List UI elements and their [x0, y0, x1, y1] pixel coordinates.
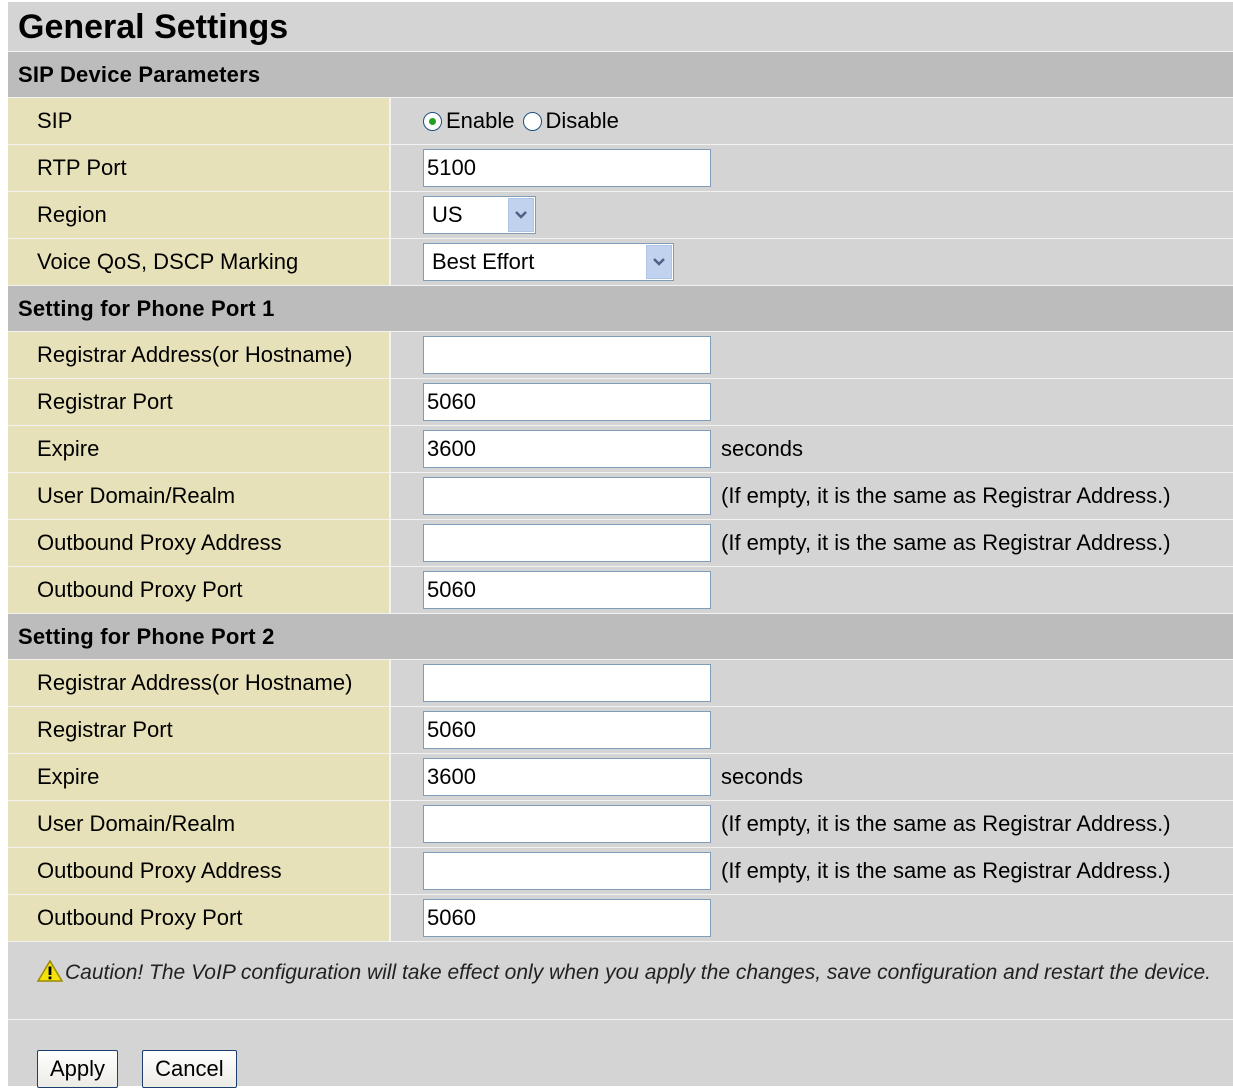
- sip-disable-label: Disable: [545, 108, 619, 133]
- radio-unchecked-icon: [522, 111, 542, 131]
- port1-outbound-proxy-port-input[interactable]: [423, 571, 711, 609]
- qos-selected-value: Best Effort: [432, 249, 535, 274]
- chevron-down-icon[interactable]: [508, 198, 534, 232]
- port2-registrar-port-row: Registrar Port: [8, 707, 1233, 754]
- port2-outbound-proxy-address-input[interactable]: [423, 852, 711, 890]
- qos-select[interactable]: Best Effort: [423, 243, 674, 281]
- general-settings-page: General Settings SIP Device Parameters S…: [8, 2, 1233, 1088]
- region-select[interactable]: US: [423, 196, 536, 234]
- port1-user-domain-label: User Domain/Realm: [8, 473, 391, 519]
- port2-expire-input[interactable]: [423, 758, 711, 796]
- port2-user-domain-input[interactable]: [423, 805, 711, 843]
- port1-outbound-proxy-port-row: Outbound Proxy Port: [8, 567, 1233, 614]
- warning-icon: [36, 959, 64, 991]
- qos-label: Voice QoS, DSCP Marking: [8, 239, 391, 285]
- port1-user-domain-input[interactable]: [423, 477, 711, 515]
- rtp-port-label: RTP Port: [8, 145, 391, 191]
- port2-user-domain-row: User Domain/Realm (If empty, it is the s…: [8, 801, 1233, 848]
- port1-registrar-port-input[interactable]: [423, 383, 711, 421]
- sip-enable-radio[interactable]: Enable: [423, 108, 515, 134]
- port1-outbound-proxy-port-label: Outbound Proxy Port: [8, 567, 391, 613]
- port1-outbound-proxy-address-input[interactable]: [423, 524, 711, 562]
- port1-registrar-port-row: Registrar Port: [8, 379, 1233, 426]
- port2-registrar-address-label: Registrar Address(or Hostname): [8, 660, 391, 706]
- port2-outbound-proxy-address-label: Outbound Proxy Address: [8, 848, 391, 894]
- caution-note: Caution! The VoIP configuration will tak…: [8, 942, 1233, 1020]
- section-header-port1: Setting for Phone Port 1: [8, 286, 1233, 332]
- page-title: General Settings: [8, 2, 1233, 52]
- port2-outbound-proxy-port-label: Outbound Proxy Port: [8, 895, 391, 941]
- sip-disable-radio[interactable]: Disable: [522, 108, 619, 134]
- port1-outbound-proxy-address-hint: (If empty, it is the same as Registrar A…: [721, 530, 1171, 555]
- port1-user-domain-row: User Domain/Realm (If empty, it is the s…: [8, 473, 1233, 520]
- rtp-port-row: RTP Port: [8, 145, 1233, 192]
- port2-outbound-proxy-port-input[interactable]: [423, 899, 711, 937]
- port1-outbound-proxy-address-label: Outbound Proxy Address: [8, 520, 391, 566]
- caution-text: Caution! The VoIP configuration will tak…: [65, 961, 1211, 984]
- port1-registrar-port-label: Registrar Port: [8, 379, 391, 425]
- port2-expire-label: Expire: [8, 754, 391, 800]
- port2-expire-row: Expire seconds: [8, 754, 1233, 801]
- section-header-port2: Setting for Phone Port 2: [8, 614, 1233, 660]
- port2-user-domain-label: User Domain/Realm: [8, 801, 391, 847]
- cancel-button[interactable]: Cancel: [142, 1050, 237, 1088]
- qos-row: Voice QoS, DSCP Marking Best Effort: [8, 239, 1233, 286]
- sip-enable-label: Enable: [446, 108, 515, 133]
- section-header-sip-device: SIP Device Parameters: [8, 52, 1233, 98]
- region-selected-value: US: [432, 202, 463, 227]
- port2-outbound-proxy-port-row: Outbound Proxy Port: [8, 895, 1233, 942]
- radio-checked-icon: [423, 111, 442, 131]
- port1-expire-input[interactable]: [423, 430, 711, 468]
- port2-registrar-address-row: Registrar Address(or Hostname): [8, 660, 1233, 707]
- port2-registrar-port-label: Registrar Port: [8, 707, 391, 753]
- port1-user-domain-hint: (If empty, it is the same as Registrar A…: [721, 483, 1171, 508]
- sip-row: SIP Enable Disable: [8, 98, 1233, 145]
- port2-registrar-port-input[interactable]: [423, 711, 711, 749]
- port1-registrar-address-row: Registrar Address(or Hostname): [8, 332, 1233, 379]
- region-row: Region US: [8, 192, 1233, 239]
- rtp-port-input[interactable]: [423, 149, 711, 187]
- port1-outbound-proxy-address-row: Outbound Proxy Address (If empty, it is …: [8, 520, 1233, 567]
- port2-expire-unit: seconds: [721, 764, 803, 789]
- port1-expire-unit: seconds: [721, 436, 803, 461]
- sip-label: SIP: [8, 98, 391, 144]
- chevron-down-icon[interactable]: [646, 245, 672, 279]
- port2-outbound-proxy-address-row: Outbound Proxy Address (If empty, it is …: [8, 848, 1233, 895]
- port1-expire-row: Expire seconds: [8, 426, 1233, 473]
- port2-user-domain-hint: (If empty, it is the same as Registrar A…: [721, 811, 1171, 836]
- sip-value: Enable Disable: [391, 98, 1233, 144]
- port1-expire-label: Expire: [8, 426, 391, 472]
- apply-button[interactable]: Apply: [37, 1050, 119, 1088]
- button-bar: Apply Cancel: [8, 1020, 1233, 1088]
- port1-registrar-address-input[interactable]: [423, 336, 711, 374]
- region-label: Region: [8, 192, 391, 238]
- port2-outbound-proxy-address-hint: (If empty, it is the same as Registrar A…: [721, 858, 1171, 883]
- port1-registrar-address-label: Registrar Address(or Hostname): [8, 332, 391, 378]
- port2-registrar-address-input[interactable]: [423, 664, 711, 702]
